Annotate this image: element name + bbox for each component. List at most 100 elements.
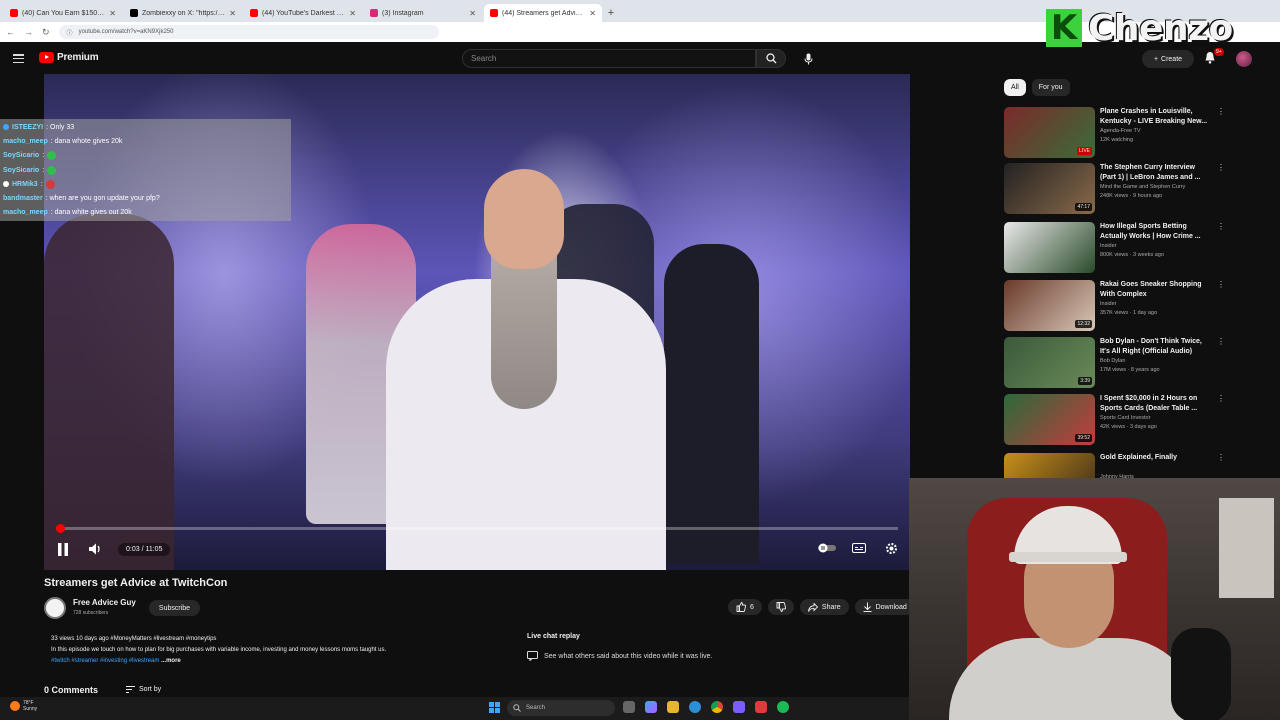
recommended-stats: 12K watching (1100, 137, 1134, 143)
close-tab-icon[interactable]: ✕ (109, 9, 116, 18)
recommended-channel[interactable]: Sports Card Investor (1100, 415, 1150, 421)
recommended-title[interactable]: Gold Explained, Finally (1100, 453, 1212, 463)
dislike-button[interactable] (767, 599, 794, 615)
sort-by-button[interactable]: Sort by (126, 686, 161, 693)
more-options-icon[interactable]: ⋮ (1217, 280, 1225, 289)
like-button[interactable]: 6 (728, 599, 762, 615)
search-input[interactable]: Search (462, 49, 756, 68)
thumbs-up-icon (736, 602, 746, 612)
chat-emote-icon (47, 165, 57, 175)
menu-icon[interactable] (13, 54, 24, 63)
video-thumbnail[interactable]: LIVE (1004, 107, 1095, 158)
recommended-stats: 248K views · 9 hours ago (1100, 193, 1163, 199)
search-button[interactable] (756, 49, 786, 68)
more-options-icon[interactable]: ⋮ (1217, 222, 1225, 231)
recommended-channel[interactable]: Agenda-Free TV (1100, 128, 1141, 134)
chip-for-you[interactable]: For you (1031, 79, 1070, 96)
volume-button[interactable] (86, 540, 104, 558)
task-view-icon[interactable] (623, 701, 635, 713)
recommended-title[interactable]: Bob Dylan - Don't Think Twice, It's All … (1100, 337, 1212, 357)
show-more-link[interactable]: ...more (161, 658, 181, 664)
screen: (40) Can You Earn $150/Hour...✕Zombiexxy… (0, 0, 1280, 720)
close-tab-icon[interactable]: ✕ (469, 9, 476, 18)
recommended-channel[interactable]: Bob Dylan (1100, 358, 1125, 364)
taskbar-search[interactable]: Search (507, 700, 615, 716)
description-box[interactable]: 33 views 10 days ago #MoneyMatters #live… (44, 629, 514, 669)
windows-start-icon[interactable] (489, 702, 500, 713)
file-explorer-icon[interactable] (667, 701, 679, 713)
browser-tab[interactable]: (44) Streamers get Advice ... ✕ (484, 4, 602, 22)
recommended-video[interactable]: How Illegal Sports Betting Actually Work… (1004, 222, 1229, 274)
copilot-icon[interactable] (645, 701, 657, 713)
share-button[interactable]: Share (799, 599, 849, 615)
more-options-icon[interactable]: ⋮ (1217, 394, 1225, 403)
more-options-icon[interactable]: ⋮ (1217, 453, 1225, 462)
video-thumbnail[interactable]: 12:32 (1004, 280, 1095, 331)
recommended-channel[interactable]: Insider (1100, 243, 1117, 249)
forward-icon[interactable]: → (24, 27, 33, 37)
obs-icon[interactable] (755, 701, 767, 713)
recommended-video[interactable]: 12:32 Rakai Goes Sneaker Shopping With Co… (1004, 280, 1229, 332)
account-avatar[interactable] (1236, 51, 1252, 67)
recommended-video[interactable]: 47:17 The Stephen Curry Interview (Part 1… (1004, 163, 1229, 215)
weather-condition: Sunny (23, 706, 38, 712)
channel-name[interactable]: Free Advice Guy (73, 598, 136, 607)
weather-widget[interactable]: 78°F Sunny (10, 700, 37, 712)
live-chat-replay-link[interactable]: See what others said about this video wh… (527, 651, 712, 661)
subscribe-button[interactable]: Subscribe (149, 600, 200, 616)
edge-icon[interactable] (689, 701, 701, 713)
new-tab-button[interactable]: + (604, 4, 618, 22)
recommended-title[interactable]: I Spent $20,000 in 2 Hours on Sports Car… (1100, 394, 1212, 414)
autoplay-toggle[interactable] (818, 539, 836, 557)
url-field[interactable]: ⓘ youtube.com/watch?v=aKN9Xjk250 (58, 25, 439, 39)
reload-icon[interactable]: ↻ (42, 27, 50, 38)
video-actions: 6 Share Download (728, 599, 915, 615)
more-options-icon[interactable]: ⋮ (1217, 337, 1225, 346)
youtube-play-icon (39, 52, 54, 63)
tab-title: (44) YouTube's Darkest Videos... (262, 9, 345, 17)
video-thumbnail[interactable] (1004, 222, 1095, 273)
video-thumbnail[interactable]: 47:17 (1004, 163, 1095, 214)
description-tags[interactable]: #twitch #streamer #investing #livestream (51, 658, 159, 664)
recommended-video[interactable]: LIVE Plane Crashes in Louisville, Kentuck… (1004, 107, 1229, 159)
close-tab-icon[interactable]: ✕ (229, 9, 236, 18)
video-thumbnail[interactable]: 39:52 (1004, 394, 1095, 445)
app-icon[interactable] (733, 701, 745, 713)
settings-button[interactable] (882, 539, 900, 557)
more-options-icon[interactable]: ⋮ (1217, 163, 1225, 172)
voice-search-button[interactable] (800, 50, 817, 67)
recommended-title[interactable]: The Stephen Curry Interview (Part 1) | L… (1100, 163, 1212, 183)
progress-bar[interactable] (56, 524, 898, 533)
captions-button[interactable] (850, 539, 868, 557)
recommended-channel[interactable]: Mind the Game and Stephen Curry (1100, 184, 1185, 190)
microphone-icon (804, 53, 813, 64)
video-thumbnail[interactable]: 3:39 (1004, 337, 1095, 388)
recommended-title[interactable]: Rakai Goes Sneaker Shopping With Complex (1100, 280, 1212, 300)
download-button[interactable]: Download (854, 599, 915, 615)
close-tab-icon[interactable]: ✕ (349, 9, 356, 18)
browser-tab[interactable]: (3) Instagram ✕ (364, 4, 482, 22)
pause-button[interactable] (54, 540, 72, 558)
logo-text: Premium (57, 52, 99, 63)
chrome-icon[interactable] (711, 701, 723, 713)
more-options-icon[interactable]: ⋮ (1217, 107, 1225, 116)
site-info-icon[interactable]: ⓘ (67, 28, 73, 37)
recommended-title[interactable]: How Illegal Sports Betting Actually Work… (1100, 222, 1212, 242)
recommended-video[interactable]: 3:39 Bob Dylan - Don't Think Twice, It's … (1004, 337, 1229, 389)
spotify-icon[interactable] (777, 701, 789, 713)
youtube-logo[interactable]: Premium (39, 52, 99, 63)
notifications-button[interactable]: 9+ (1204, 48, 1224, 67)
chat-username: bandmaster (3, 195, 43, 203)
recommended-channel[interactable]: Insider (1100, 301, 1117, 307)
browser-tab[interactable]: Zombiexxy on X: "https://t.co/..." ✕ (124, 4, 242, 22)
channel-avatar[interactable] (44, 597, 66, 619)
recommended-title[interactable]: Plane Crashes in Louisville, Kentucky - … (1100, 107, 1212, 127)
browser-tab[interactable]: (44) YouTube's Darkest Videos... ✕ (244, 4, 362, 22)
close-tab-icon[interactable]: ✕ (589, 9, 596, 18)
back-icon[interactable]: ← (6, 27, 15, 37)
autoplay-icon (818, 543, 836, 553)
chip-all[interactable]: All (1004, 79, 1026, 96)
recommended-video[interactable]: 39:52 I Spent $20,000 in 2 Hours on Sport… (1004, 394, 1229, 446)
browser-tab[interactable]: (40) Can You Earn $150/Hour... ✕ (4, 4, 122, 22)
create-button[interactable]: + Create (1142, 50, 1194, 68)
